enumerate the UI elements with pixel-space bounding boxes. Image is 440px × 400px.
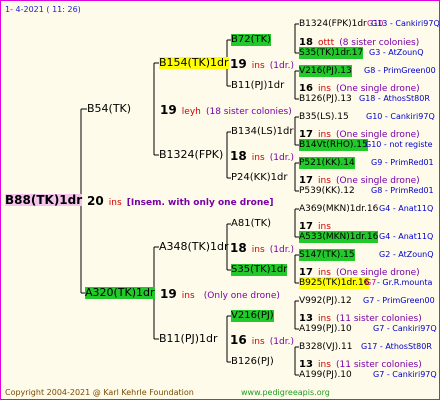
dam-count: 19 bbox=[160, 287, 177, 301]
gen2-a-ins: ins bbox=[251, 61, 265, 71]
gen4-note-12: G7 - PrimGreen00 bbox=[363, 296, 435, 305]
gen2-a-count: 19 bbox=[230, 57, 247, 71]
gen3-node-0: B72(TK) bbox=[231, 34, 272, 46]
gen4-node-0: B1324(FPK)1dr bbox=[299, 19, 367, 29]
gen4-node-5: B14Vt(RHO).15 bbox=[299, 139, 368, 151]
gen2-c-ins: ins bbox=[251, 245, 265, 255]
gen4-node-10: S147(TK).15 bbox=[299, 249, 355, 261]
gen2-a-desc: (1dr.) bbox=[269, 61, 294, 71]
gen2-a-info: 19 ins (1dr.) bbox=[230, 57, 294, 72]
gen4-node-3: B126(PJ).13 bbox=[299, 94, 352, 104]
gen2-c-desc: (1dr.) bbox=[269, 245, 294, 255]
gen4-node-11: B925(TK)1dr.16 bbox=[299, 277, 370, 289]
gen3-node-5: S35(TK)1dr bbox=[231, 264, 288, 276]
gen4-note-15: G7 - Cankiri97Q bbox=[373, 370, 437, 379]
gen2-b: B1324(FPK) bbox=[159, 148, 224, 161]
gen4-note-13: G7 - Cankiri97Q bbox=[373, 324, 437, 333]
gen2-b-ins: ins bbox=[251, 153, 265, 163]
gen2-c: A348(TK)1dr bbox=[159, 240, 229, 253]
gen2-c-info: 18 ins (1dr.) bbox=[230, 241, 294, 256]
gen4-note-7: G8 - PrimRed01 bbox=[371, 186, 434, 195]
gen4-node-15: A199(PJ).10 bbox=[299, 370, 352, 380]
queen-root: B88(TK)1dr bbox=[5, 193, 83, 207]
gen4-node-2: V216(PJ).13 bbox=[299, 65, 352, 77]
sire-info: 19 leyh (18 sister colonies) bbox=[160, 103, 292, 118]
root-info: 20 ins [Insem. with only one drone] bbox=[87, 194, 274, 209]
dam-queen: A320(TK)1dr bbox=[85, 286, 155, 299]
gen4-note-3: G18 - AthosSt80R bbox=[359, 94, 430, 103]
gen2-d-ins: ins bbox=[251, 337, 265, 347]
gen4-note-14: G17 - AthosSt80R bbox=[361, 342, 432, 351]
gen3-node-1: B11(PJ)1dr bbox=[231, 80, 285, 91]
sire-desc: (18 sister colonies) bbox=[205, 107, 292, 117]
gen4-note-1: G3 - AtZounQ bbox=[369, 48, 424, 57]
gen4-note-6: G9 - PrimRed01 bbox=[371, 158, 434, 167]
gen3-node-4: A81(TK) bbox=[231, 218, 272, 229]
gen4-note-2: G8 - PrimGreen00 bbox=[364, 66, 436, 75]
gen4-node-12: V992(PJ).12 bbox=[299, 296, 352, 306]
sire-queen: B54(TK) bbox=[87, 102, 132, 115]
sire-ins: leyh bbox=[181, 107, 201, 117]
gen3-node-6: V216(PJ) bbox=[231, 310, 274, 322]
gen2-d-info: 16 ins (1dr.) bbox=[230, 333, 294, 348]
gen4-note-10: G2 - AtZounQ bbox=[379, 250, 434, 259]
gen4-note-8: G4 - Anat11Q bbox=[379, 204, 434, 213]
gen4-node-14: B328(VJ).11 bbox=[299, 342, 353, 352]
gen2-b-info: 18 ins (1dr.) bbox=[230, 149, 294, 164]
gen4-node-1: S35(TK)1dr.17 bbox=[299, 47, 364, 59]
gen3-node-2: B134(LS)1dr bbox=[231, 126, 294, 137]
date-stamp: 1- 4-2021 ( 11: 26) bbox=[5, 5, 81, 14]
gen2-a: B154(TK)1dr bbox=[159, 56, 229, 69]
gen4-node-13: A199(PJ).10 bbox=[299, 324, 352, 334]
site-link[interactable]: www.pedigreeapis.org bbox=[241, 387, 330, 399]
gen4-note-9: G4 - Anat11Q bbox=[379, 232, 434, 241]
sire-count: 19 bbox=[160, 103, 177, 117]
gen4-node-9: A533(MKN)1dr.16 bbox=[299, 231, 379, 243]
gen4-note-0: G13 - Cankiri97Q bbox=[371, 19, 440, 28]
gen4-node-6: P521(KK).14 bbox=[299, 157, 355, 169]
gen4-extra-11: G7 bbox=[365, 278, 377, 287]
dam-ins: ins bbox=[181, 291, 195, 301]
copyright-text: Copyright 2004-2021 @ Karl Kehrle Founda… bbox=[5, 388, 194, 397]
gen2-d: B11(PJ)1dr bbox=[159, 332, 218, 345]
gen4-note-5: G10 - not registe bbox=[365, 140, 433, 149]
dam-info: 19 ins (Only one drone) bbox=[160, 287, 280, 302]
gen4-node-8: A369(MKN)1dr.16 bbox=[299, 204, 379, 214]
gen2-c-count: 18 bbox=[230, 241, 247, 255]
gen2-b-desc: (1dr.) bbox=[269, 153, 294, 163]
gen4-note-11: - Gr.R.mounta bbox=[377, 278, 433, 287]
root-count: 20 bbox=[87, 194, 104, 208]
pedigree-frame: 1- 4-2021 ( 11: 26) B88(TK)1dr 20 ins [I… bbox=[0, 0, 440, 400]
gen2-b-count: 18 bbox=[230, 149, 247, 163]
root-ins: ins bbox=[108, 198, 122, 208]
gen3-node-3: P24(KK)1dr bbox=[231, 172, 288, 183]
gen3-node-7: B126(PJ) bbox=[231, 356, 274, 367]
root-desc: [Insem. with only one drone] bbox=[126, 198, 274, 208]
gen2-d-desc: (1dr.) bbox=[269, 337, 294, 347]
gen4-note-4: G10 - Cankiri97Q bbox=[366, 112, 435, 121]
gen2-d-count: 16 bbox=[230, 333, 247, 347]
gen4-node-4: B35(LS).15 bbox=[299, 112, 349, 122]
dam-desc: (Only one drone) bbox=[203, 291, 280, 301]
gen4-node-7: P539(KK).12 bbox=[299, 186, 355, 196]
